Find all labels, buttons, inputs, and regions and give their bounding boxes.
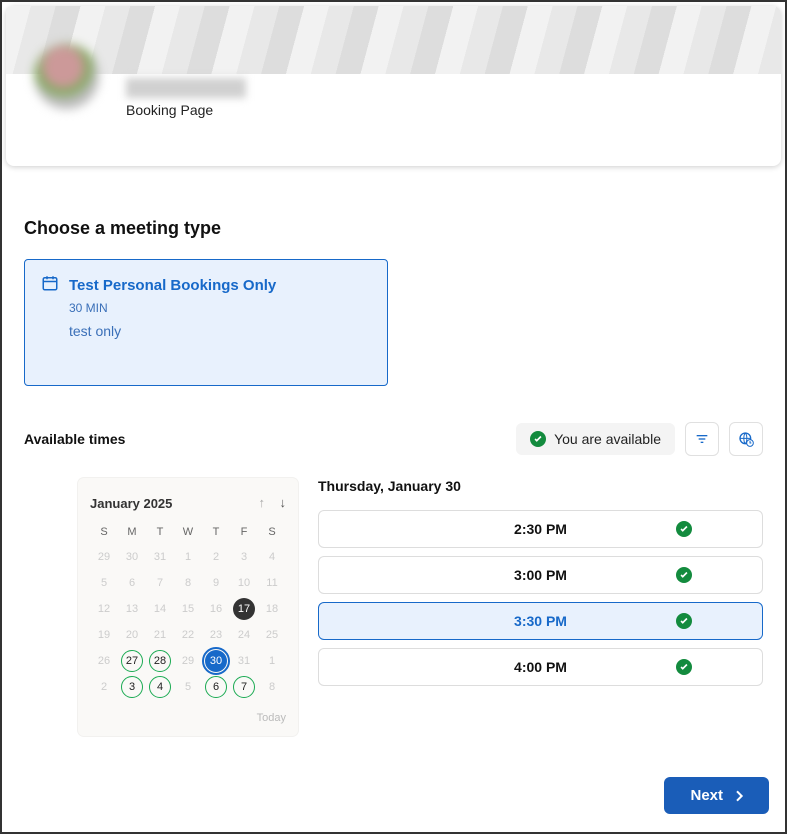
calendar-day[interactable]: 8 [174, 570, 202, 596]
calendar-day[interactable]: 9 [202, 570, 230, 596]
meeting-type-card[interactable]: Test Personal Bookings Only 30 MIN test … [24, 259, 388, 386]
calendar-today-link[interactable]: Today [90, 712, 286, 724]
calendar-day[interactable]: 29 [90, 544, 118, 570]
calendar-day[interactable]: 21 [146, 622, 174, 648]
profile-name-redacted [126, 78, 246, 98]
calendar-day[interactable]: 8 [258, 674, 286, 700]
calendar-day[interactable]: 25 [258, 622, 286, 648]
time-slot-label: 4:00 PM [514, 659, 567, 675]
calendar-day[interactable]: 23 [202, 622, 230, 648]
calendar-day[interactable]: 19 [90, 622, 118, 648]
calendar-day[interactable]: 16 [202, 596, 230, 622]
choose-meeting-title: Choose a meeting type [24, 218, 763, 239]
meeting-type-name: Test Personal Bookings Only [69, 277, 276, 294]
calendar-day[interactable]: 26 [90, 648, 118, 674]
calendar-day[interactable]: 31 [146, 544, 174, 570]
calendar-day[interactable]: 6 [118, 570, 146, 596]
calendar-prev-month[interactable]: ↑ [259, 495, 266, 510]
checkmark-icon [676, 567, 692, 583]
filter-button[interactable] [685, 422, 719, 456]
calendar-dow: T [202, 522, 230, 544]
availability-status-text: You are available [554, 431, 661, 447]
calendar-day[interactable]: 2 [90, 674, 118, 700]
time-slot[interactable]: 3:30 PM [318, 602, 763, 640]
calendar-dow: F [230, 522, 258, 544]
calendar-day[interactable]: 5 [90, 570, 118, 596]
checkmark-icon [676, 659, 692, 675]
calendar-day[interactable]: 2 [202, 544, 230, 570]
calendar-dow: S [258, 522, 286, 544]
time-slot-label: 3:30 PM [514, 613, 567, 629]
calendar-next-month[interactable]: ↓ [280, 495, 287, 510]
availability-status-pill: You are available [516, 423, 675, 455]
calendar-day[interactable]: 12 [90, 596, 118, 622]
calendar-day[interactable]: 4 [146, 674, 174, 700]
calendar-day[interactable]: 1 [258, 648, 286, 674]
checkmark-icon [676, 613, 692, 629]
available-times-title: Available times [24, 431, 125, 447]
time-slot-label: 2:30 PM [514, 521, 567, 537]
calendar-day[interactable]: 27 [118, 648, 146, 674]
calendar-day[interactable]: 24 [230, 622, 258, 648]
calendar-day[interactable]: 14 [146, 596, 174, 622]
time-slot[interactable]: 2:30 PM [318, 510, 763, 548]
calendar-dow: W [174, 522, 202, 544]
calendar-day[interactable]: 13 [118, 596, 146, 622]
calendar-day[interactable]: 20 [118, 622, 146, 648]
checkmark-icon [530, 431, 546, 447]
calendar-day[interactable]: 22 [174, 622, 202, 648]
time-slot-label: 3:00 PM [514, 567, 567, 583]
calendar-day[interactable]: 28 [146, 648, 174, 674]
calendar-day[interactable]: 3 [118, 674, 146, 700]
calendar-day[interactable]: 7 [146, 570, 174, 596]
checkmark-icon [676, 521, 692, 537]
calendar-day[interactable]: 10 [230, 570, 258, 596]
calendar-widget: January 2025 ↑ ↓ SMTWTFS2930311234567891… [78, 478, 298, 736]
calendar-day[interactable]: 30 [118, 544, 146, 570]
slots-date-label: Thursday, January 30 [318, 478, 763, 494]
banner-image [6, 6, 781, 74]
avatar [34, 44, 99, 109]
calendar-day[interactable]: 11 [258, 570, 286, 596]
next-button-label: Next [690, 787, 723, 804]
calendar-day[interactable]: 30 [202, 648, 230, 674]
calendar-month-label: January 2025 [90, 496, 172, 511]
calendar-day[interactable]: 6 [202, 674, 230, 700]
calendar-day[interactable]: 29 [174, 648, 202, 674]
time-slot[interactable]: 4:00 PM [318, 648, 763, 686]
calendar-day[interactable]: 18 [258, 596, 286, 622]
calendar-day[interactable]: 7 [230, 674, 258, 700]
calendar-dow: S [90, 522, 118, 544]
calendar-dow: M [118, 522, 146, 544]
meeting-type-description: test only [69, 323, 371, 339]
calendar-dow: T [146, 522, 174, 544]
calendar-day[interactable]: 31 [230, 648, 258, 674]
calendar-icon [41, 274, 59, 297]
calendar-day[interactable]: 15 [174, 596, 202, 622]
calendar-day[interactable]: 1 [174, 544, 202, 570]
calendar-day[interactable]: 4 [258, 544, 286, 570]
meeting-type-duration: 30 MIN [69, 301, 371, 315]
calendar-day[interactable]: 17 [230, 596, 258, 622]
chevron-right-icon [731, 788, 747, 804]
calendar-day[interactable]: 3 [230, 544, 258, 570]
timezone-button[interactable] [729, 422, 763, 456]
profile-header: Booking Page [6, 6, 781, 166]
time-slot[interactable]: 3:00 PM [318, 556, 763, 594]
profile-subtitle: Booking Page [126, 102, 246, 118]
next-button[interactable]: Next [664, 777, 769, 814]
calendar-day[interactable]: 5 [174, 674, 202, 700]
